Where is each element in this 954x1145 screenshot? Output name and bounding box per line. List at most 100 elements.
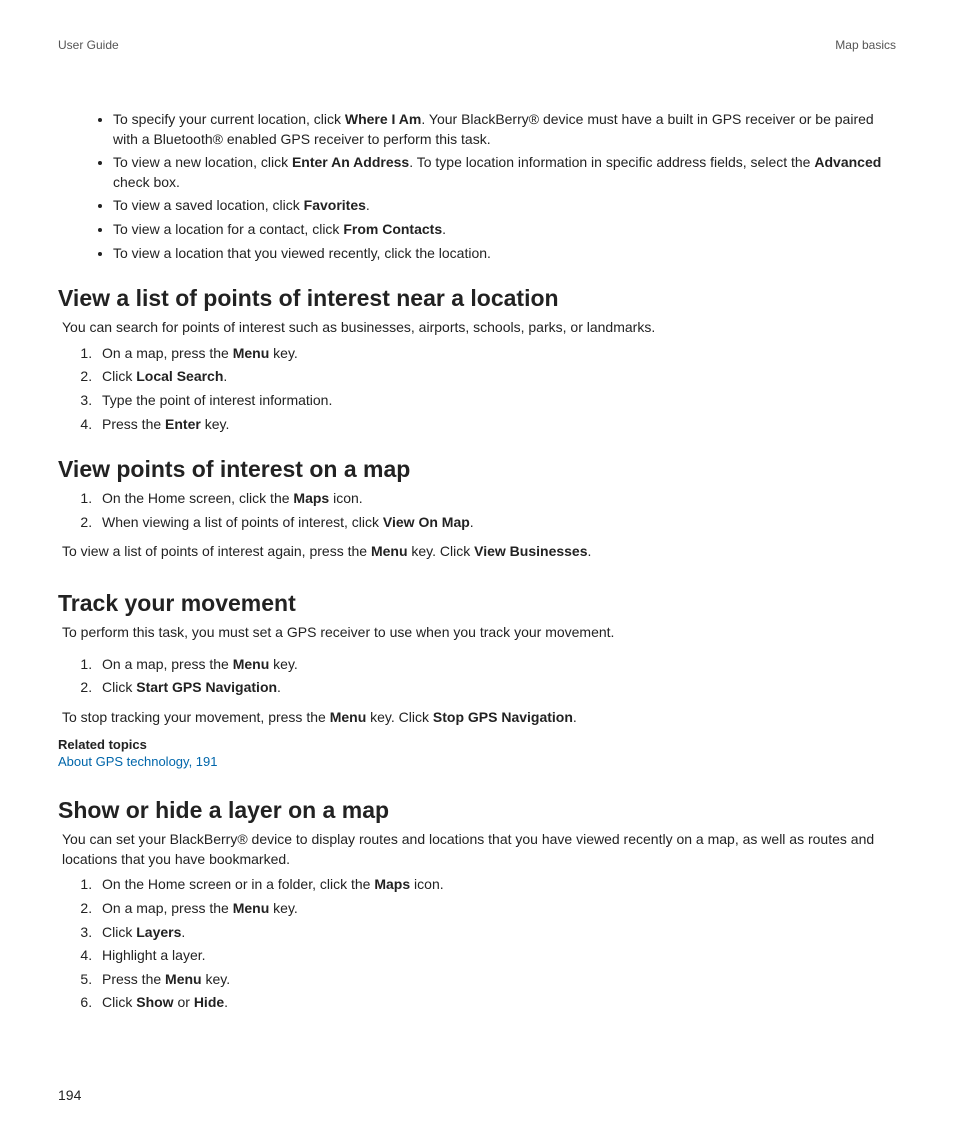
text: On the Home screen or in a folder, click… [102, 876, 374, 892]
text: . [181, 924, 185, 940]
text: . [366, 197, 370, 213]
text: Click [102, 368, 136, 384]
step: When viewing a list of points of interes… [96, 513, 896, 533]
text: . [573, 709, 577, 725]
text: On the Home screen, click the [102, 490, 293, 506]
steps-list: On a map, press the Menu key. Click Loca… [58, 344, 896, 434]
page-header: User Guide Map basics [58, 38, 896, 52]
step: Highlight a layer. [96, 946, 896, 966]
text: . [588, 543, 592, 559]
bold: Hide [194, 994, 224, 1010]
header-left: User Guide [58, 38, 119, 52]
bold: Menu [165, 971, 202, 987]
step: Click Local Search. [96, 367, 896, 387]
section-title-track-movement: Track your movement [58, 590, 896, 617]
text: . [277, 679, 281, 695]
text: check box. [113, 174, 180, 190]
text: or [174, 994, 194, 1010]
page-number: 194 [58, 1087, 81, 1103]
text: key. [269, 345, 298, 361]
text: Press the [102, 416, 165, 432]
steps-list: On the Home screen or in a folder, click… [58, 875, 896, 1013]
text: key. [202, 971, 231, 987]
bold: Menu [371, 543, 408, 559]
bold: View Businesses [474, 543, 587, 559]
text: To view a new location, click [113, 154, 292, 170]
section-title-show-hide-layer: Show or hide a layer on a map [58, 797, 896, 824]
bold: Favorites [304, 197, 366, 213]
bold: Enter [165, 416, 201, 432]
bold: Layers [136, 924, 181, 940]
text: Type the point of interest information. [102, 392, 332, 408]
bullet-item: To view a location that you viewed recen… [113, 244, 896, 264]
bold: Menu [233, 656, 270, 672]
bold: Advanced [814, 154, 881, 170]
bullet-item: To view a saved location, click Favorite… [113, 196, 896, 216]
text: . [470, 514, 474, 530]
text: Highlight a layer. [102, 947, 206, 963]
section-intro: You can search for points of interest su… [62, 318, 896, 338]
step: Press the Enter key. [96, 415, 896, 435]
top-bullet-list: To specify your current location, click … [58, 110, 896, 263]
steps-list: On the Home screen, click the Maps icon.… [58, 489, 896, 532]
text: On a map, press the [102, 900, 233, 916]
text: To view a saved location, click [113, 197, 304, 213]
bold: Menu [233, 900, 270, 916]
text: To view a list of points of interest aga… [62, 543, 371, 559]
text: Click [102, 994, 136, 1010]
section-outro: To stop tracking your movement, press th… [62, 708, 896, 728]
bold: Show [136, 994, 173, 1010]
section-title-poi-map: View points of interest on a map [58, 456, 896, 483]
text: . [442, 221, 446, 237]
text: key. Click [366, 709, 433, 725]
section-outro: To view a list of points of interest aga… [62, 542, 896, 562]
text: key. [269, 656, 298, 672]
text: On a map, press the [102, 656, 233, 672]
bullet-item: To specify your current location, click … [113, 110, 896, 149]
text: . [224, 994, 228, 1010]
step: On a map, press the Menu key. [96, 899, 896, 919]
text: key. [201, 416, 230, 432]
section-intro: You can set your BlackBerry® device to d… [62, 830, 896, 869]
bold: View On Map [383, 514, 470, 530]
header-right: Map basics [835, 38, 896, 52]
bold: Stop GPS Navigation [433, 709, 573, 725]
bullet-item: To view a new location, click Enter An A… [113, 153, 896, 192]
step: On a map, press the Menu key. [96, 655, 896, 675]
bold: Enter An Address [292, 154, 409, 170]
step: Type the point of interest information. [96, 391, 896, 411]
text: Click [102, 924, 136, 940]
bold: Start GPS Navigation [136, 679, 277, 695]
step: On the Home screen or in a folder, click… [96, 875, 896, 895]
section-title-poi-list: View a list of points of interest near a… [58, 285, 896, 312]
text: icon. [329, 490, 362, 506]
text: Click [102, 679, 136, 695]
bold: Where I Am [345, 111, 422, 127]
bold: From Contacts [343, 221, 442, 237]
text: icon. [410, 876, 443, 892]
step: On a map, press the Menu key. [96, 344, 896, 364]
step: Click Show or Hide. [96, 993, 896, 1013]
text: Press the [102, 971, 165, 987]
text: To view a location for a contact, click [113, 221, 343, 237]
bullet-item: To view a location for a contact, click … [113, 220, 896, 240]
text: . [223, 368, 227, 384]
step: Click Start GPS Navigation. [96, 678, 896, 698]
text: To view a location that you viewed recen… [113, 245, 491, 261]
steps-list: On a map, press the Menu key. Click Star… [58, 655, 896, 698]
bold: Menu [330, 709, 367, 725]
step: Click Layers. [96, 923, 896, 943]
text: . To type location information in specif… [409, 154, 814, 170]
text: To specify your current location, click [113, 111, 345, 127]
text: When viewing a list of points of interes… [102, 514, 383, 530]
bold: Maps [374, 876, 410, 892]
bold: Maps [293, 490, 329, 506]
bold: Local Search [136, 368, 223, 384]
text: key. Click [408, 543, 475, 559]
related-topics-link[interactable]: About GPS technology, 191 [58, 754, 896, 769]
section-intro: To perform this task, you must set a GPS… [62, 623, 896, 643]
text: key. [269, 900, 298, 916]
step: Press the Menu key. [96, 970, 896, 990]
step: On the Home screen, click the Maps icon. [96, 489, 896, 509]
text: To stop tracking your movement, press th… [62, 709, 330, 725]
